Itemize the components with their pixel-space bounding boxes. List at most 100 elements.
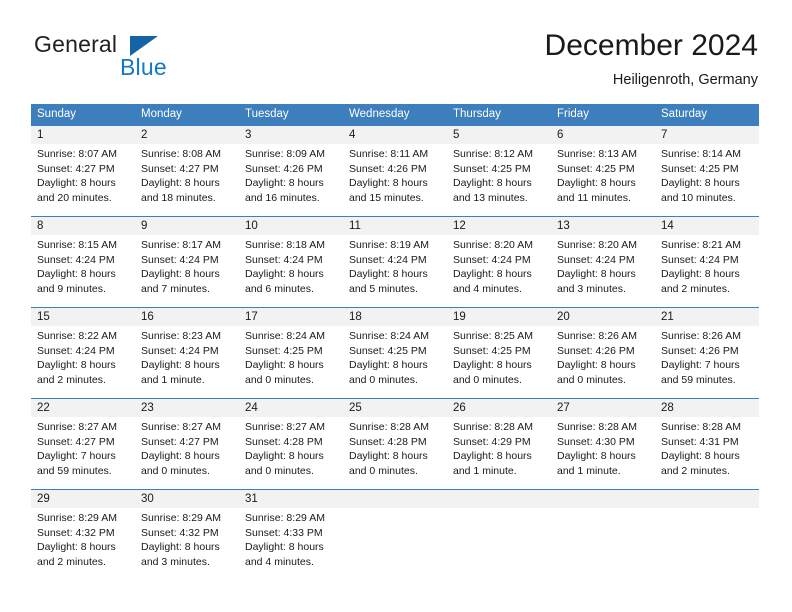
day-cell[interactable]: Sunrise: 8:28 AM Sunset: 4:31 PM Dayligh… <box>655 417 759 489</box>
day-cell[interactable]: Sunrise: 8:11 AM Sunset: 4:26 PM Dayligh… <box>343 144 447 216</box>
daylight-text: Daylight: 8 hours <box>37 177 116 189</box>
weekday-header-friday: Friday <box>557 108 589 120</box>
day-cell[interactable]: Sunrise: 8:27 AM Sunset: 4:27 PM Dayligh… <box>135 417 239 489</box>
daylight-text-cont: and 16 minutes. <box>245 191 320 204</box>
day-number[interactable]: 3 <box>239 126 343 144</box>
day-number[interactable]: 6 <box>551 126 655 144</box>
day-number[interactable]: 12 <box>447 217 551 235</box>
day-number[interactable]: 15 <box>31 308 135 326</box>
day-number[interactable]: 2 <box>135 126 239 144</box>
day-cell[interactable]: Sunrise: 8:09 AM Sunset: 4:26 PM Dayligh… <box>239 144 343 216</box>
day-cell[interactable]: Sunrise: 8:28 AM Sunset: 4:30 PM Dayligh… <box>551 417 655 489</box>
sunrise-text: Sunrise: 8:27 AM <box>245 421 325 433</box>
day-number[interactable]: 20 <box>551 308 655 326</box>
day-number[interactable]: 19 <box>447 308 551 326</box>
sunset-text: Sunset: 4:24 PM <box>349 253 427 266</box>
daylight-text-cont: and 18 minutes. <box>141 191 216 204</box>
day-cell[interactable]: Sunrise: 8:25 AM Sunset: 4:25 PM Dayligh… <box>447 326 551 398</box>
day-number[interactable]: 7 <box>655 126 759 144</box>
day-cell[interactable]: Sunrise: 8:28 AM Sunset: 4:28 PM Dayligh… <box>343 417 447 489</box>
sunset-text: Sunset: 4:32 PM <box>37 526 115 539</box>
sunset-text: Sunset: 4:25 PM <box>245 344 323 357</box>
day-number[interactable]: 22 <box>31 399 135 417</box>
day-cell[interactable]: Sunrise: 8:17 AM Sunset: 4:24 PM Dayligh… <box>135 235 239 307</box>
day-number[interactable]: 30 <box>135 490 239 508</box>
week-detail-band: Sunrise: 8:15 AM Sunset: 4:24 PM Dayligh… <box>31 235 759 307</box>
daylight-text-cont: and 0 minutes. <box>349 464 418 477</box>
day-number[interactable]: 17 <box>239 308 343 326</box>
title-block: December 2024 Heiligenroth, Germany <box>545 28 758 90</box>
day-number[interactable]: 9 <box>135 217 239 235</box>
weekday-header-sunday: Sunday <box>37 108 77 120</box>
day-cell[interactable]: Sunrise: 8:19 AM Sunset: 4:24 PM Dayligh… <box>343 235 447 307</box>
day-cell[interactable]: Sunrise: 8:24 AM Sunset: 4:25 PM Dayligh… <box>239 326 343 398</box>
day-cell[interactable]: Sunrise: 8:12 AM Sunset: 4:25 PM Dayligh… <box>447 144 551 216</box>
day-cell[interactable]: Sunrise: 8:21 AM Sunset: 4:24 PM Dayligh… <box>655 235 759 307</box>
daylight-text-cont: and 0 minutes. <box>245 373 314 386</box>
daylight-text: Daylight: 8 hours <box>245 541 324 553</box>
day-cell[interactable]: Sunrise: 8:23 AM Sunset: 4:24 PM Dayligh… <box>135 326 239 398</box>
day-number[interactable]: 10 <box>239 217 343 235</box>
week-day-number-band: 8 9 10 11 12 13 14 <box>31 217 759 235</box>
daylight-text: Daylight: 8 hours <box>141 268 220 280</box>
day-number[interactable]: 18 <box>343 308 447 326</box>
sunrise-text: Sunrise: 8:26 AM <box>557 330 637 342</box>
sunset-text: Sunset: 4:25 PM <box>453 344 531 357</box>
day-number[interactable]: 21 <box>655 308 759 326</box>
day-number[interactable]: 13 <box>551 217 655 235</box>
day-cell[interactable]: Sunrise: 8:26 AM Sunset: 4:26 PM Dayligh… <box>551 326 655 398</box>
page-subtitle: Heiligenroth, Germany <box>612 72 758 88</box>
day-number[interactable]: 24 <box>239 399 343 417</box>
sunrise-text: Sunrise: 8:08 AM <box>141 148 221 160</box>
sunrise-text: Sunrise: 8:20 AM <box>557 239 637 251</box>
day-number[interactable]: 11 <box>343 217 447 235</box>
day-cell[interactable]: Sunrise: 8:29 AM Sunset: 4:33 PM Dayligh… <box>239 508 343 580</box>
day-number[interactable]: 29 <box>31 490 135 508</box>
day-number[interactable]: 25 <box>343 399 447 417</box>
sunset-text: Sunset: 4:27 PM <box>37 435 115 448</box>
day-cell[interactable]: Sunrise: 8:18 AM Sunset: 4:24 PM Dayligh… <box>239 235 343 307</box>
day-number[interactable]: 26 <box>447 399 551 417</box>
sunrise-text: Sunrise: 8:26 AM <box>661 330 741 342</box>
daylight-text: Daylight: 8 hours <box>453 268 532 280</box>
day-cell[interactable]: Sunrise: 8:07 AM Sunset: 4:27 PM Dayligh… <box>31 144 135 216</box>
sunrise-text: Sunrise: 8:25 AM <box>453 330 533 342</box>
day-number[interactable]: 1 <box>31 126 135 144</box>
daylight-text: Daylight: 8 hours <box>349 177 428 189</box>
sunrise-text: Sunrise: 8:29 AM <box>245 512 325 524</box>
day-cell[interactable]: Sunrise: 8:24 AM Sunset: 4:25 PM Dayligh… <box>343 326 447 398</box>
generalblue-logo[interactable]: General Blue <box>31 28 251 90</box>
day-cell[interactable]: Sunrise: 8:20 AM Sunset: 4:24 PM Dayligh… <box>551 235 655 307</box>
day-cell[interactable]: Sunrise: 8:29 AM Sunset: 4:32 PM Dayligh… <box>31 508 135 580</box>
sunset-text: Sunset: 4:26 PM <box>349 162 427 175</box>
calendar-grid: Sunday Monday Tuesday Wednesday Thursday… <box>31 104 759 580</box>
day-cell[interactable]: Sunrise: 8:27 AM Sunset: 4:27 PM Dayligh… <box>31 417 135 489</box>
daylight-text-cont: and 0 minutes. <box>453 373 522 386</box>
day-cell[interactable]: Sunrise: 8:15 AM Sunset: 4:24 PM Dayligh… <box>31 235 135 307</box>
day-cell[interactable]: Sunrise: 8:08 AM Sunset: 4:27 PM Dayligh… <box>135 144 239 216</box>
day-number[interactable]: 23 <box>135 399 239 417</box>
day-cell[interactable]: Sunrise: 8:28 AM Sunset: 4:29 PM Dayligh… <box>447 417 551 489</box>
day-cell[interactable]: Sunrise: 8:13 AM Sunset: 4:25 PM Dayligh… <box>551 144 655 216</box>
day-number[interactable]: 8 <box>31 217 135 235</box>
sunrise-text: Sunrise: 8:24 AM <box>245 330 325 342</box>
daylight-text-cont: and 3 minutes. <box>141 555 210 568</box>
day-cell[interactable]: Sunrise: 8:20 AM Sunset: 4:24 PM Dayligh… <box>447 235 551 307</box>
day-cell[interactable]: Sunrise: 8:26 AM Sunset: 4:26 PM Dayligh… <box>655 326 759 398</box>
day-number[interactable]: 5 <box>447 126 551 144</box>
daylight-text-cont: and 1 minute. <box>453 464 517 477</box>
week-detail-band: Sunrise: 8:29 AM Sunset: 4:32 PM Dayligh… <box>31 508 759 580</box>
day-number[interactable]: 31 <box>239 490 343 508</box>
sunrise-text: Sunrise: 8:11 AM <box>349 148 429 160</box>
sunrise-text: Sunrise: 8:20 AM <box>453 239 533 251</box>
day-cell[interactable]: Sunrise: 8:29 AM Sunset: 4:32 PM Dayligh… <box>135 508 239 580</box>
day-number[interactable]: 27 <box>551 399 655 417</box>
day-cell[interactable]: Sunrise: 8:22 AM Sunset: 4:24 PM Dayligh… <box>31 326 135 398</box>
day-number[interactable]: 14 <box>655 217 759 235</box>
day-number[interactable]: 16 <box>135 308 239 326</box>
weekday-header-monday: Monday <box>141 108 182 120</box>
day-number[interactable]: 4 <box>343 126 447 144</box>
day-cell[interactable]: Sunrise: 8:27 AM Sunset: 4:28 PM Dayligh… <box>239 417 343 489</box>
day-number[interactable]: 28 <box>655 399 759 417</box>
day-cell[interactable]: Sunrise: 8:14 AM Sunset: 4:25 PM Dayligh… <box>655 144 759 216</box>
